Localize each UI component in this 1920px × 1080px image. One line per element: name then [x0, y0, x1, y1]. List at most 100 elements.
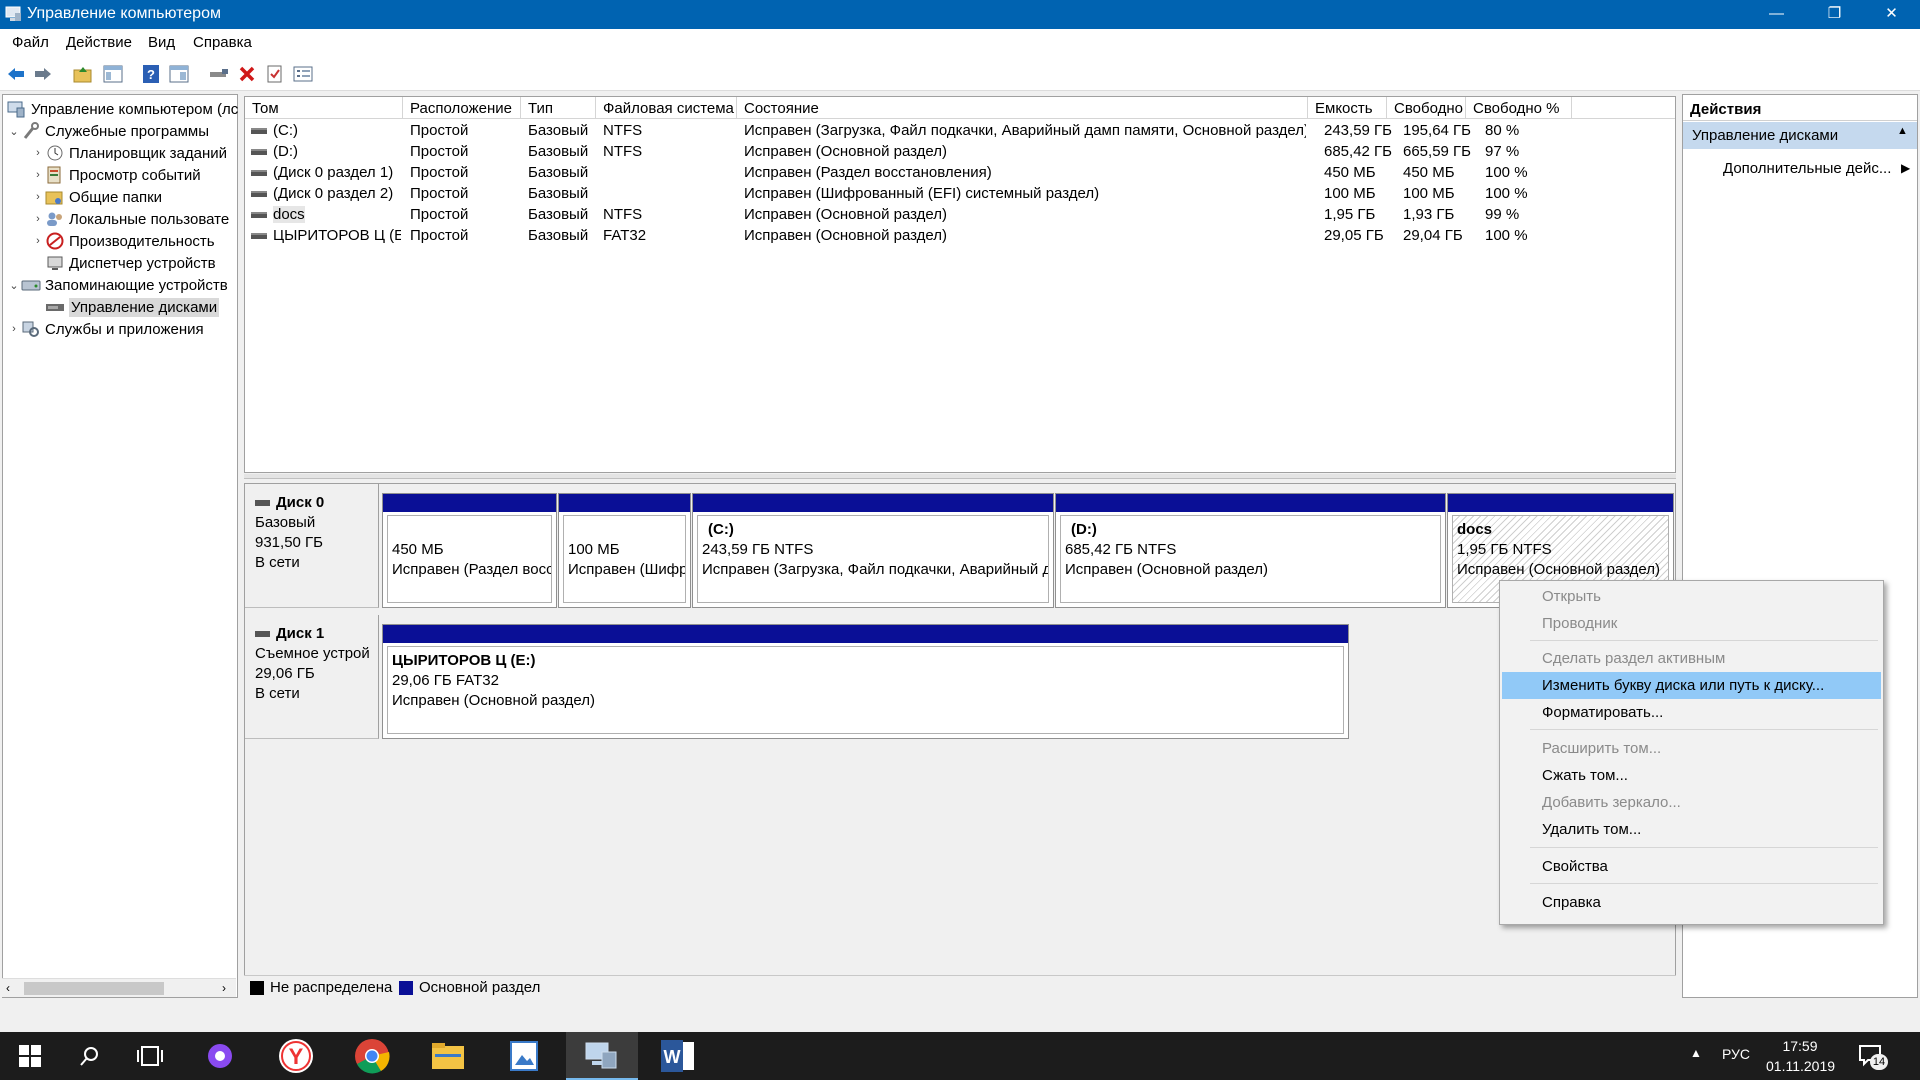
disk-0-label[interactable]: Диск 0 Базовый 931,50 ГБ В сети [245, 484, 379, 608]
partition-e[interactable]: ЦЫРИТОРОВ Ц (E:) 29,06 ГБ FAT32 Исправен… [382, 624, 1349, 739]
tree-label: Службы и приложения [45, 320, 204, 338]
chevron-up-icon[interactable]: ▲ [1690, 1046, 1702, 1060]
free-cell: 665,59 ГБ [1403, 143, 1472, 160]
column-header-capacity[interactable]: Емкость [1308, 97, 1387, 119]
chevron-right-icon[interactable]: › [31, 235, 45, 247]
partition-d[interactable]: (D:) 685,42 ГБ NTFS Исправен (Основной р… [1055, 493, 1446, 608]
pane-splitter[interactable] [244, 474, 1676, 479]
connect-drive-icon[interactable] [208, 63, 230, 85]
notification-count-badge: 14 [1870, 1054, 1888, 1070]
volume-name: (Диск 0 раздел 2) [273, 185, 394, 202]
chevron-right-icon[interactable]: › [31, 191, 45, 203]
shared-folder-icon [45, 191, 63, 205]
search-button[interactable] [60, 1032, 120, 1080]
file-explorer-button[interactable] [418, 1032, 478, 1080]
tree-item-scheduler[interactable]: › Планировщик заданий [31, 142, 227, 164]
collapse-up-icon[interactable]: ▲ [1897, 125, 1908, 137]
users-icon [47, 212, 62, 226]
yandex-browser-button[interactable]: Y [266, 1032, 326, 1080]
menu-item-make-active[interactable]: Сделать раздел активным [1502, 645, 1881, 672]
table-row[interactable]: (D:) Простой Базовый NTFS Исправен (Осно… [245, 141, 1675, 162]
photos-button[interactable] [494, 1032, 554, 1080]
table-row[interactable]: (Диск 0 раздел 1) Простой Базовый Исправ… [245, 162, 1675, 183]
maximize-button[interactable]: ❐ [1806, 0, 1863, 29]
table-row[interactable]: docs Простой Базовый NTFS Исправен (Осно… [245, 204, 1675, 225]
computer-management-taskbar-button[interactable] [566, 1032, 638, 1080]
help-icon[interactable]: ? [140, 63, 162, 85]
menu-item-shrink[interactable]: Сжать том... [1502, 762, 1881, 789]
chrome-button[interactable] [342, 1032, 402, 1080]
more-actions-item[interactable]: Дополнительные дейс... [1723, 160, 1891, 177]
chevron-right-icon[interactable]: › [31, 169, 45, 181]
column-header-type[interactable]: Тип [521, 97, 596, 119]
menu-item-delete-volume[interactable]: Удалить том... [1502, 816, 1881, 843]
disk-1-label[interactable]: Диск 1 Съемное устрой 29,06 ГБ В сети [245, 615, 379, 739]
tree-item-utilities[interactable]: ⌄ Служебные программы [7, 120, 209, 142]
menu-item-properties[interactable]: Свойства [1502, 853, 1881, 880]
chevron-down-icon[interactable]: ⌄ [7, 279, 21, 292]
tree-item-device-manager[interactable]: Диспетчер устройств [45, 252, 216, 274]
menu-view[interactable]: Вид [148, 34, 175, 51]
tree-item-storage[interactable]: ⌄ Запоминающие устройств [7, 274, 227, 296]
properties-panel-icon[interactable] [168, 63, 190, 85]
table-row[interactable]: ЦЫРИТОРОВ Ц (E:) Простой Базовый FAT32 И… [245, 225, 1675, 246]
up-folder-icon[interactable] [72, 63, 94, 85]
notification-center-button[interactable]: 14 [1856, 1042, 1892, 1072]
chevron-right-icon[interactable]: › [31, 147, 45, 159]
tree-item-events[interactable]: › Просмотр событий [31, 164, 201, 186]
list-view-icon[interactable] [292, 63, 314, 85]
column-header-free[interactable]: Свободно [1387, 97, 1466, 119]
partition-c[interactable]: (C:) 243,59 ГБ NTFS Исправен (Загрузка, … [692, 493, 1054, 608]
menu-action[interactable]: Действие [66, 34, 132, 51]
word-icon: W [661, 1040, 694, 1072]
menu-item-add-mirror[interactable]: Добавить зеркало... [1502, 789, 1881, 816]
tree-item-local-users[interactable]: › Локальные пользовате [31, 208, 229, 230]
column-header-filesystem[interactable]: Файловая система [596, 97, 737, 119]
scroll-thumb[interactable] [24, 982, 164, 995]
chevron-right-icon[interactable]: › [7, 323, 21, 335]
back-icon[interactable] [5, 63, 27, 85]
menu-item-extend[interactable]: Расширить том... [1502, 735, 1881, 762]
alice-assistant-button[interactable] [190, 1032, 250, 1080]
scroll-left-icon[interactable]: ‹ [6, 981, 10, 995]
menu-item-open[interactable]: Открыть [1502, 583, 1881, 610]
actions-section-disk-management[interactable]: Управление дисками ▲ [1683, 122, 1917, 149]
disk-name: Диск 1 [276, 625, 325, 642]
partition-efi[interactable]: 100 МБ Исправен (Шифр [558, 493, 691, 608]
show-hide-tree-icon[interactable] [102, 63, 124, 85]
column-header-volume[interactable]: Том [245, 97, 403, 119]
scroll-right-icon[interactable]: › [222, 981, 226, 995]
menu-item-change-drive-letter[interactable]: Изменить букву диска или путь к диску... [1502, 672, 1881, 699]
delete-icon[interactable] [236, 63, 258, 85]
minimize-button[interactable]: — [1748, 0, 1805, 29]
menu-help[interactable]: Справка [193, 34, 252, 51]
forward-icon[interactable] [32, 63, 54, 85]
column-header-free-percent[interactable]: Свободно % [1466, 97, 1572, 119]
clock[interactable]: 17:59 01.11.2019 [1766, 1036, 1835, 1076]
word-button[interactable]: W [642, 1032, 714, 1080]
layout-cell: Простой [410, 227, 469, 244]
menu-item-format[interactable]: Форматировать... [1502, 699, 1881, 726]
tree-item-disk-management[interactable]: Управление дисками [45, 296, 220, 318]
tree-item-performance[interactable]: › Производительность [31, 230, 215, 252]
table-row[interactable]: (C:) Простой Базовый NTFS Исправен (Загр… [245, 120, 1675, 141]
tree-horizontal-scrollbar[interactable]: ‹ › [2, 978, 236, 997]
table-row[interactable]: (Диск 0 раздел 2) Простой Базовый Исправ… [245, 183, 1675, 204]
start-button[interactable] [0, 1032, 60, 1080]
keyboard-language[interactable]: РУС [1722, 1046, 1750, 1062]
check-properties-icon[interactable] [264, 63, 286, 85]
chevron-right-icon[interactable]: › [31, 213, 45, 225]
menu-item-help[interactable]: Справка [1502, 889, 1881, 916]
task-view-button[interactable] [120, 1032, 180, 1080]
menu-item-explorer[interactable]: Проводник [1502, 610, 1881, 637]
chevron-down-icon[interactable]: ⌄ [7, 125, 21, 138]
tree-item-services[interactable]: › Службы и приложения [7, 318, 204, 340]
menu-file[interactable]: Файл [12, 34, 49, 51]
tree-item-shared-folders[interactable]: › Общие папки [31, 186, 162, 208]
partition-recovery[interactable]: 450 МБ Исправен (Раздел восс [382, 493, 557, 608]
close-button[interactable]: ✕ [1863, 0, 1920, 29]
column-header-layout[interactable]: Расположение [403, 97, 521, 119]
free-cell: 195,64 ГБ [1403, 122, 1472, 139]
tree-item-root[interactable]: Управление компьютером (лс [7, 98, 238, 120]
column-header-status[interactable]: Состояние [737, 97, 1308, 119]
